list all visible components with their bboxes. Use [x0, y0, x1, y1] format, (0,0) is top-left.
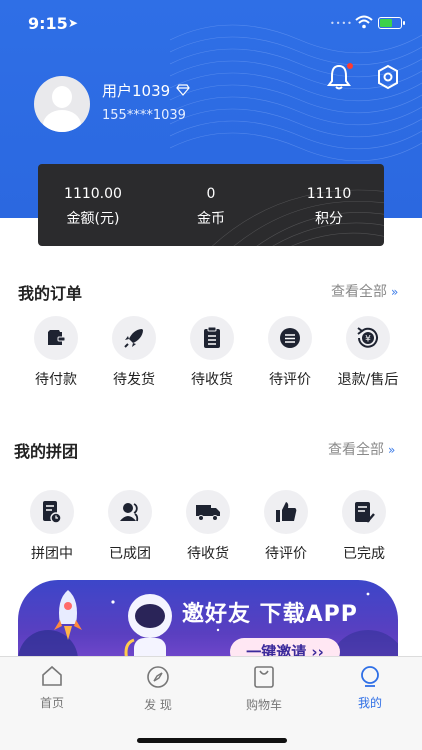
- chevron-right-icon: »: [388, 443, 396, 457]
- wallet-points[interactable]: 11110 积分: [274, 186, 384, 228]
- group-in-progress[interactable]: 拼团中: [12, 490, 92, 563]
- tab-cart-label: 购物车: [245, 698, 282, 712]
- group-pending-review[interactable]: 待评价: [246, 490, 326, 563]
- tab-home-label: 首页: [39, 696, 64, 710]
- compass-icon: [147, 666, 169, 688]
- battery-icon: [378, 17, 405, 29]
- group-pending-review-label: 待评价: [265, 546, 307, 562]
- points-value: 11110: [306, 186, 352, 202]
- order-pending-payment-label: 待付款: [35, 372, 77, 388]
- profile-icon: [361, 666, 379, 687]
- orders-see-all-link[interactable]: 查看全部 »: [331, 281, 398, 301]
- notification-button[interactable]: [324, 62, 354, 96]
- order-refund[interactable]: ¥ 退款/售后: [328, 316, 408, 389]
- avatar[interactable]: [34, 76, 90, 132]
- wallet-coins[interactable]: 0 金币: [156, 186, 266, 228]
- order-pending-payment[interactable]: 待付款: [16, 316, 96, 389]
- settings-icon[interactable]: [376, 64, 400, 90]
- tab-profile-label: 我的: [357, 696, 382, 710]
- thumbs-up-icon: [276, 502, 297, 522]
- order-refund-label: 退款/售后: [337, 372, 399, 388]
- wallet-balance[interactable]: 1110.00 金额(元): [38, 186, 148, 228]
- coins-label: 金币: [197, 211, 225, 227]
- tab-discover[interactable]: 发 现: [118, 665, 198, 713]
- document-check-icon: [355, 502, 375, 523]
- balance-value: 1110.00: [64, 186, 122, 202]
- home-icon: [42, 665, 62, 686]
- points-label: 积分: [315, 211, 343, 227]
- tab-bar: 首页 发 现 购物车 我的: [0, 656, 422, 750]
- orders-row: 待付款 待发货 待收货 待评价 ¥ 退款/售后: [0, 316, 422, 406]
- refund-icon: ¥: [357, 327, 378, 348]
- order-pending-shipment-label: 待发货: [113, 372, 155, 388]
- banner-title: 邀好友 下载APP: [182, 602, 358, 627]
- coins-value: 0: [206, 186, 216, 202]
- cart-icon: [254, 666, 274, 688]
- orders-title: 我的订单: [18, 284, 83, 303]
- clipboard-icon: [204, 326, 220, 348]
- home-indicator: [137, 738, 287, 743]
- order-pending-receipt-label: 待收货: [191, 372, 233, 388]
- group-in-progress-label: 拼团中: [31, 546, 73, 562]
- users-icon: [120, 503, 139, 522]
- order-pending-review[interactable]: 待评价: [250, 316, 330, 389]
- group-completed[interactable]: 已完成: [324, 490, 404, 563]
- svg-text:¥: ¥: [365, 335, 371, 345]
- diamond-icon: [176, 84, 190, 96]
- signal-icon: ••••: [330, 19, 353, 28]
- group-formed-label: 已成团: [109, 546, 151, 562]
- order-pending-review-label: 待评价: [269, 372, 311, 388]
- tab-discover-label: 发 现: [144, 698, 172, 712]
- tab-home[interactable]: 首页: [12, 665, 92, 711]
- truck-icon: [196, 505, 220, 521]
- profile-page: 9:15 ➤ •••• 用户1039 155****1039 1110.00 金…: [0, 0, 422, 750]
- orders-see-all-label: 查看全部: [331, 284, 387, 300]
- order-pending-receipt[interactable]: 待收货: [172, 316, 252, 389]
- status-time: 9:15: [28, 14, 68, 33]
- group-see-all-label: 查看全部: [328, 442, 384, 458]
- rocket-icon: [124, 329, 143, 348]
- location-arrow-icon: ➤: [68, 16, 79, 30]
- user-phone: 155****1039: [102, 108, 186, 123]
- wifi-icon: [355, 15, 373, 29]
- order-pending-shipment[interactable]: 待发货: [94, 316, 174, 389]
- user-name: 用户1039: [102, 82, 171, 100]
- group-completed-label: 已完成: [343, 546, 385, 562]
- balance-label: 金额(元): [66, 211, 120, 227]
- tab-profile[interactable]: 我的: [330, 665, 410, 711]
- tab-cart[interactable]: 购物车: [224, 665, 304, 713]
- chevron-right-icon: »: [391, 285, 399, 299]
- group-title: 我的拼团: [14, 442, 79, 461]
- group-formed[interactable]: 已成团: [90, 490, 170, 563]
- wallet-card: 1110.00 金额(元) 0 金币 11110 积分: [38, 164, 384, 246]
- status-bar: 9:15 ➤ ••••: [0, 0, 422, 44]
- group-see-all-link[interactable]: 查看全部 »: [328, 439, 395, 459]
- notification-badge: [347, 63, 353, 69]
- wallet-icon: [48, 330, 66, 345]
- chat-icon: [280, 328, 300, 348]
- document-clock-icon: [43, 501, 62, 524]
- group-pending-receipt[interactable]: 待收货: [168, 490, 248, 563]
- group-row: 拼团中 已成团 待收货 待评价 已完成: [0, 490, 422, 580]
- group-pending-receipt-label: 待收货: [187, 546, 229, 562]
